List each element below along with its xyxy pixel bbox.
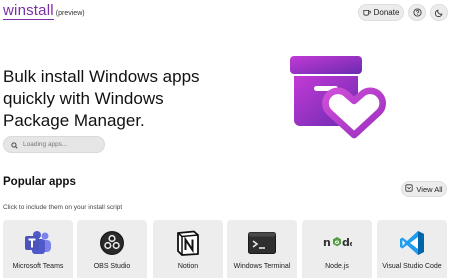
app-card-windows-terminal[interactable]: Windows Terminal [227, 220, 297, 278]
top-bar: winstall (preview) Donate [0, 0, 450, 28]
popular-apps-title: Popular apps [3, 176, 76, 188]
preview-badge: (preview) [55, 10, 85, 17]
terminal-icon [227, 230, 297, 256]
logo-text: winstall [3, 2, 54, 20]
app-name: Microsoft Teams [12, 263, 64, 270]
popular-apps-subtitle: Click to include them on your install sc… [3, 204, 123, 211]
svg-text:e: e [350, 240, 353, 248]
search-placeholder: Loading apps... [23, 141, 68, 148]
obs-icon [77, 230, 147, 256]
app-name: Windows Terminal [233, 263, 291, 270]
app-name: Node.js [325, 263, 349, 270]
app-card-obs-studio[interactable]: OBS Studio [77, 220, 147, 278]
app-name: OBS Studio [93, 263, 131, 270]
app-name: Notion [177, 263, 199, 270]
search-input[interactable]: Loading apps... [3, 136, 105, 153]
app-card-notion[interactable]: Notion [153, 220, 223, 278]
svg-text:o: o [335, 238, 340, 246]
grid-icon [405, 184, 414, 194]
notion-icon [153, 230, 223, 256]
app-name: Visual Studio Code [382, 263, 442, 270]
logo[interactable]: winstall (preview) [3, 3, 85, 20]
view-all-button[interactable]: View All [401, 181, 447, 197]
app-card-nodejs[interactable]: n o d e Node.js [302, 220, 372, 278]
hero-title: Bulk install Windows apps quickly with W… [3, 67, 200, 130]
search-icon [11, 136, 18, 154]
view-all-label: View All [416, 184, 443, 194]
app-card-microsoft-teams[interactable]: Microsoft Teams [3, 220, 73, 278]
popular-apps-list: Microsoft Teams OBS Studio Notion Window… [0, 220, 450, 278]
donate-button[interactable]: Donate [358, 4, 404, 21]
vscode-icon [377, 230, 447, 256]
donate-label: Donate [373, 8, 400, 17]
help-icon [412, 4, 422, 22]
theme-toggle-button[interactable] [430, 4, 448, 21]
nodejs-icon: n o d e [302, 230, 372, 256]
svg-text:n: n [323, 236, 331, 249]
box-heart-illustration [284, 50, 388, 148]
moon-icon [434, 4, 444, 22]
teams-icon [3, 230, 73, 256]
coffee-icon [362, 8, 371, 18]
app-card-visual-studio-code[interactable]: Visual Studio Code [377, 220, 447, 278]
help-button[interactable] [408, 4, 426, 21]
